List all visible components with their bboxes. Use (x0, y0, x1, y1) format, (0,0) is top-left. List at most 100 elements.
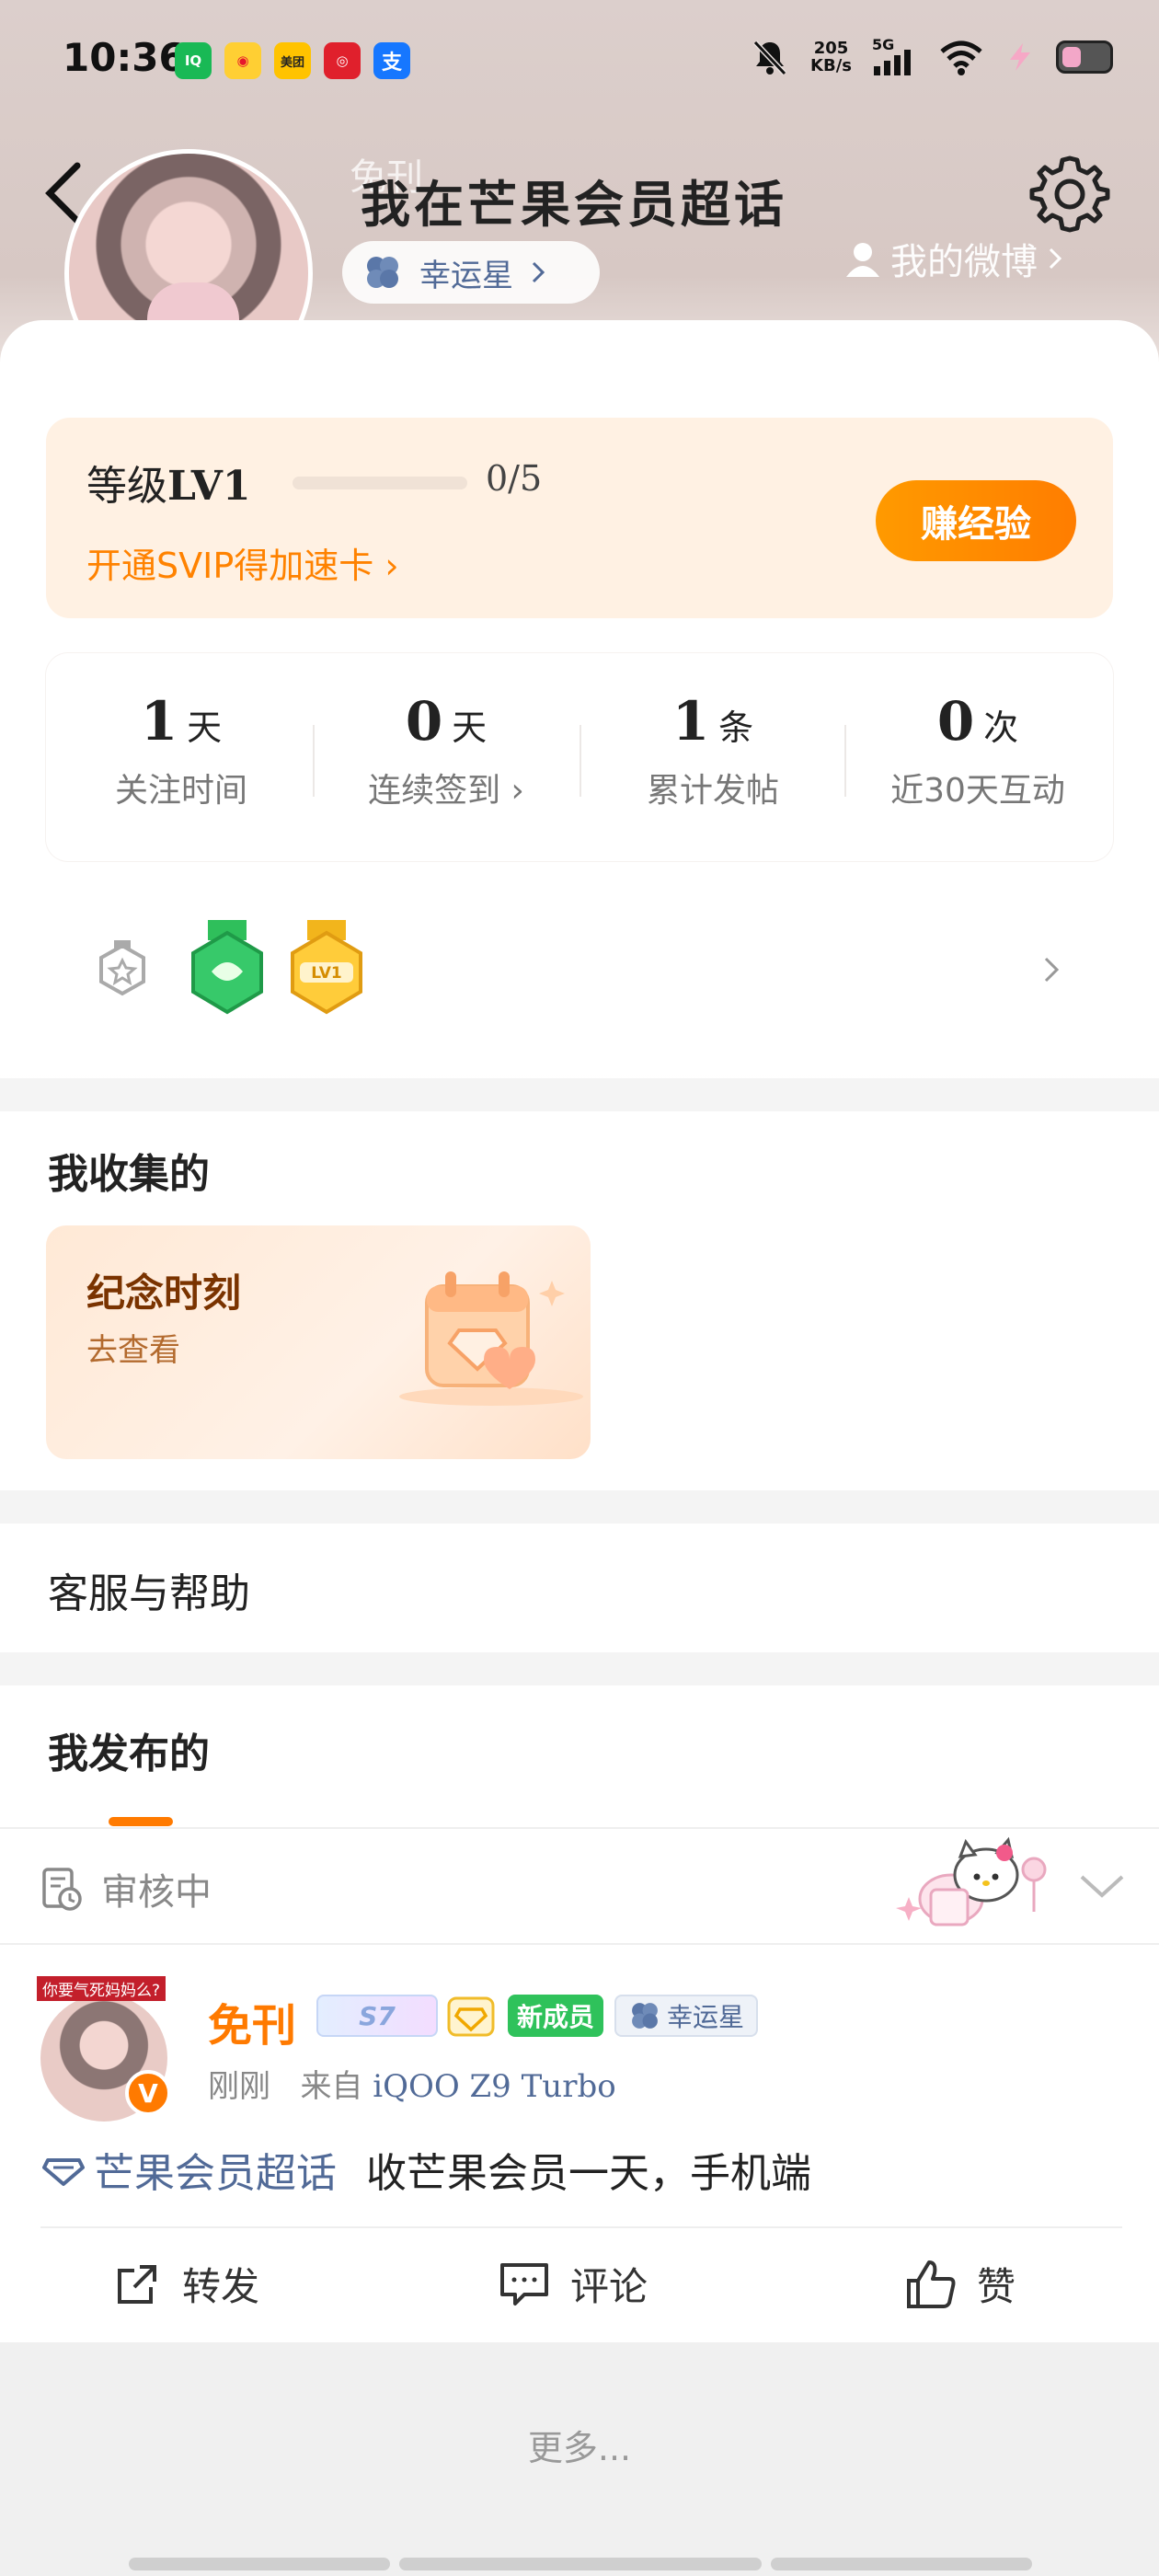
section-gap (0, 1078, 1159, 1111)
level-progress-bar (293, 477, 467, 489)
level-badge-label: LV1 (311, 964, 341, 983)
earn-exp-button[interactable]: 赚经验 (876, 480, 1076, 561)
chevron-right-icon (1049, 247, 1062, 270)
chevron-right-icon (532, 261, 545, 283)
page-title: 我在芒果会员超话 (361, 176, 787, 234)
chevron-right-icon (1044, 957, 1060, 983)
review-document-icon (42, 1868, 82, 1911)
netease-music-app-icon: ◎ (324, 42, 361, 79)
avatar-caption: 你要气死妈妈么? (37, 1976, 166, 2001)
thumbs-up-icon (907, 2260, 956, 2308)
load-more-link[interactable]: 更多... (0, 2420, 1159, 2470)
comment-label: 评论 (570, 2264, 648, 2309)
post-time: 刚刚 (208, 2068, 270, 2105)
diamond-tag-icon (447, 1996, 495, 2037)
tab-indicator (109, 1817, 173, 1826)
verified-badge-icon: V (125, 2070, 171, 2116)
settings-button[interactable] (1028, 151, 1111, 234)
gesture-bar (771, 2558, 1032, 2570)
stat-value: 0 (405, 690, 443, 753)
comment-icon (500, 2262, 548, 2306)
section-gap (0, 1652, 1159, 1685)
weibo-app-icon: ◉ (224, 42, 261, 79)
stat-value: 0 (936, 690, 975, 753)
cellular-signal-icon: 5G (872, 37, 911, 75)
net-speed-unit: KB/s (810, 56, 852, 75)
my-weibo-link[interactable]: 我的微博 (844, 232, 1063, 285)
lucky-star-tag: 幸运星 (614, 1995, 758, 2037)
divider (40, 2226, 1122, 2228)
vip-level-label: S7 (359, 2000, 396, 2031)
charging-bolt-icon (1010, 43, 1030, 71)
super-topic-link[interactable]: 芒果会员超话 (94, 2140, 337, 2199)
divider (0, 1827, 1159, 1829)
post-meta: 刚刚 来自 iQOO Z9 Turbo (208, 2061, 616, 2106)
status-indicators: 205 KB/s 5G (750, 37, 1113, 77)
divider (0, 1943, 1159, 1945)
stat-interactions: 0次 近30天互动 (844, 690, 1111, 811)
level-badge-icon: LV1 (291, 920, 362, 1015)
status-time: 10:36 (63, 35, 186, 80)
mute-bell-icon (752, 40, 787, 76)
gesture-bar (399, 2558, 762, 2570)
chevron-down-icon[interactable] (1074, 1858, 1130, 1914)
comment-button[interactable]: 评论 (499, 2256, 648, 2312)
stat-value: 1 (140, 690, 178, 753)
level-label: 等级LV1 (86, 453, 250, 512)
memorial-card-subtitle: 去查看 (86, 1332, 180, 1369)
repost-button[interactable]: 转发 (112, 2256, 259, 2312)
post-author-name[interactable]: 免刊 (208, 1989, 296, 2053)
gear-icon (1029, 155, 1110, 233)
stat-unit: 次 (983, 707, 1019, 748)
my-weibo-label: 我的微博 (890, 241, 1038, 283)
stat-label: 近30天互动 (890, 772, 1065, 810)
gesture-bar (129, 2558, 390, 2570)
stat-label: 累计发帖 (646, 772, 779, 810)
level-progress-text: 0/5 (486, 458, 543, 499)
meituan-app-icon: 美团 (274, 42, 311, 79)
lucky-star-tag-label: 幸运星 (666, 2002, 744, 2032)
stat-unit: 条 (718, 707, 754, 748)
like-button[interactable]: 赞 (905, 2256, 1016, 2312)
calendar-heart-icon (399, 1271, 583, 1406)
tab-my-posts[interactable]: 我发布的 (48, 1720, 210, 1779)
stat-posts: 1条 累计发帖 (580, 690, 846, 811)
stat-label: 关注时间 (114, 772, 247, 810)
repost-icon (118, 2264, 156, 2304)
vip-level-tag: S7 (316, 1995, 438, 2037)
review-status-row[interactable]: 审核中 (40, 1862, 212, 1915)
clover-icon (367, 257, 398, 288)
clover-icon (632, 2003, 658, 2029)
stat-unit: 天 (187, 707, 223, 748)
medal-icon (99, 940, 145, 996)
net-speed: 205 KB/s (810, 40, 852, 75)
alipay-app-icon: 支 (373, 42, 410, 79)
level-prefix: 等级 (86, 463, 167, 510)
post-content[interactable]: 芒果会员超话 收芒果会员一天，手机端 (42, 2140, 811, 2199)
customer-service-title: 客服与帮助 (48, 1570, 250, 1617)
iqiyi-app-icon: IQ (175, 42, 212, 79)
hello-kitty-decoration-icon (896, 1836, 1047, 1926)
svip-link-label: 开通SVIP得加速卡 (86, 546, 374, 586)
battery-icon (1056, 40, 1113, 74)
new-member-badge-icon (191, 920, 263, 1015)
like-label: 赞 (977, 2264, 1016, 2309)
memorial-card-title: 纪念时刻 (86, 1271, 242, 1316)
post-from-label: 来自 (300, 2068, 363, 2105)
lucky-star-badge[interactable]: 幸运星 (342, 241, 600, 304)
lucky-star-label: 幸运星 (419, 257, 513, 294)
post-device: iQOO Z9 Turbo (373, 2068, 616, 2105)
level-value: LV1 (167, 463, 251, 510)
net-speed-value: 205 (813, 39, 849, 58)
svip-link[interactable]: 开通SVIP得加速卡 › (86, 537, 399, 588)
post-text: 收芒果会员一天，手机端 (366, 2150, 811, 2197)
wifi-icon (940, 40, 982, 75)
stat-unit: 天 (452, 707, 488, 748)
review-status-label: 审核中 (101, 1871, 212, 1914)
user-icon (846, 243, 879, 277)
stat-checkin-streak[interactable]: 0天 连续签到 › (313, 690, 580, 811)
new-member-tag: 新成员 (508, 1995, 603, 2037)
repost-label: 转发 (182, 2264, 260, 2309)
section-gap (0, 1490, 1159, 1524)
stat-value: 1 (671, 690, 710, 753)
